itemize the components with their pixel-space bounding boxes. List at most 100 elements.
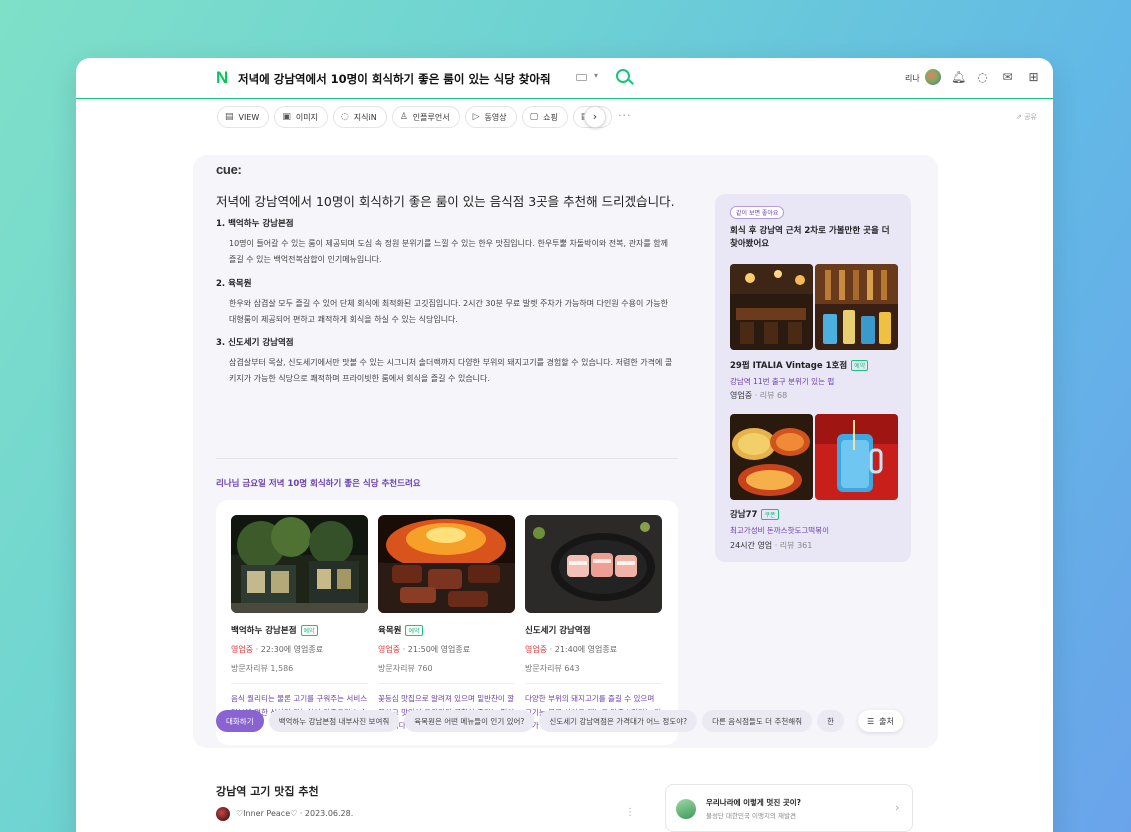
cue-logo: cue: — [216, 162, 242, 177]
place-photo[interactable] — [815, 414, 898, 500]
answer-item-title: 2. 육목원 — [216, 279, 252, 289]
tab-icon: ▢ — [529, 112, 539, 122]
place-name-text: 강남77 — [730, 510, 758, 520]
restaurant-hours: 영업중 · 22:30에 영업종료 — [231, 644, 368, 655]
followup-chip[interactable]: 다른 음식점들도 더 추천해줘 — [702, 710, 813, 732]
list-icon: ☰ — [867, 716, 875, 726]
restaurant-name[interactable]: 백억하누 강남본점 예약 — [231, 624, 368, 636]
search-header: N 저녁에 강남역에서 10명이 회식하기 좋은 룸이 있는 식당 찾아줘 ▾ … — [76, 58, 1053, 99]
place-name[interactable]: 강남77 쿠폰 — [730, 508, 779, 520]
tab-image[interactable]: ▣ 이미지 — [274, 106, 328, 128]
cue-answer-panel: cue: 저녁에 강남역에서 10명이 회식하기 좋은 룸이 있는 음식점 3곳… — [193, 155, 938, 748]
open-status: 영업중 — [231, 645, 254, 654]
mail-icon[interactable]: ✉ — [1001, 71, 1014, 84]
tab-label: 지식iN — [353, 112, 377, 122]
restaurant-hours: 영업중 · 21:50에 영업종료 — [378, 644, 515, 655]
tab-influencer[interactable]: ♙ 인플루언서 — [391, 106, 460, 128]
place-name-text: 29펍 ITALIA Vintage 1호점 — [730, 361, 848, 371]
app-grid-icon[interactable]: ⊞ — [1027, 71, 1040, 84]
place-desc: 최고가성비 돈까스핫도그떡볶이 — [730, 526, 829, 535]
blog-author[interactable]: ♡Inner Peace♡ · 2023.06.28. — [236, 809, 353, 818]
bell-icon[interactable]: 🔔︎ — [951, 71, 966, 84]
place-meta: 24시간 영업 · 리뷰 361 — [730, 540, 812, 551]
avatar[interactable] — [216, 807, 230, 821]
followup-chip[interactable]: 신도세기 강남역점은 가격대가 어느 정도야? — [539, 710, 698, 732]
open-status: 영업중 — [730, 391, 753, 400]
user-name[interactable]: 리나 — [905, 73, 920, 84]
open-status: 24시간 영업 — [730, 541, 773, 550]
close-time: · 22:30에 영업종료 — [253, 645, 324, 654]
answer-item: 2. 육목원 한우와 삼겹살 모두 즐길 수 있어 단체 회식에 최적화된 고깃… — [216, 277, 676, 327]
review-count: 방문자리뷰 760 — [378, 664, 433, 673]
tabs-next-button[interactable]: › — [584, 106, 606, 128]
restaurant-card[interactable]: 신도세기 강남역점 영업중 · 21:40에 영업종료 방문자리뷰 643 다양… — [525, 515, 662, 733]
answer-item: 3. 신도세기 강남역점 삼겹살부터 목살, 신도세기에서만 맛볼 수 있는 시… — [216, 336, 676, 386]
chat-button[interactable]: 대화하기 — [216, 710, 264, 732]
share-button[interactable]: ⇗ 공유 — [1016, 112, 1037, 122]
related-tag: 같이 보면 좋아요 — [730, 206, 785, 219]
restaurant-photo[interactable] — [525, 515, 662, 613]
close-time: · 21:40에 영업종료 — [547, 645, 618, 654]
answer-item-desc: 삼겹살부터 목살, 신도세기에서만 맛볼 수 있는 시그니처 솔더랙까지 다양한… — [229, 358, 673, 383]
answer-item-title: 3. 신도세기 강남역점 — [216, 338, 294, 348]
answer-item-desc: 한우와 삼겹살 모두 즐길 수 있어 단체 회식에 최적화된 고깃집입니다. 2… — [229, 299, 668, 324]
related-content-card[interactable]: 우리나라에 이렇게 멋진 곳이? 불성단 대한민국 이맹지의 재발견 › — [665, 784, 913, 832]
tab-kin[interactable]: ◌ 지식iN — [332, 106, 387, 128]
tab-label: 쇼핑 — [543, 112, 558, 122]
followup-chip[interactable]: 백억하누 강남본점 내부사진 보여줘 — [268, 710, 400, 732]
place-photo[interactable] — [730, 264, 813, 350]
tab-video[interactable]: ▷ 동영상 — [464, 106, 517, 128]
review-count: 방문자리뷰 643 — [525, 664, 580, 673]
answer-item: 1. 백억하누 강남본점 10명이 들어갈 수 있는 룸이 제공되며 도심 속 … — [216, 217, 676, 267]
followup-chips: 대화하기 백억하누 강남본점 내부사진 보여줘 육목원은 어떤 메뉴들이 인기 … — [216, 710, 916, 732]
mountain-icon — [676, 799, 696, 819]
review-count: 방문자리뷰 1,586 — [231, 664, 294, 673]
divider — [231, 683, 368, 684]
restaurant-hours: 영업중 · 21:40에 영업종료 — [525, 644, 662, 655]
restaurant-card[interactable]: 육목원 예약 영업중 · 21:50에 영업종료 방문자리뷰 760 꽃등심 맛집… — [378, 515, 515, 733]
restaurant-photo[interactable] — [378, 515, 515, 613]
tab-label: 이미지 — [295, 112, 318, 122]
search-query-input[interactable]: 저녁에 강남역에서 10명이 회식하기 좋은 룸이 있는 식당 찾아줘 — [238, 71, 551, 87]
close-time: · 21:50에 영업종료 — [400, 645, 471, 654]
tab-shopping[interactable]: ▢ 쇼핑 — [521, 106, 568, 128]
keyboard-icon[interactable] — [576, 74, 587, 81]
chat-icon[interactable]: ◌ — [976, 71, 989, 84]
restaurant-name[interactable]: 신도세기 강남역점 — [525, 624, 662, 636]
place-name[interactable]: 29펍 ITALIA Vintage 1호점 예약 — [730, 359, 869, 371]
search-icon[interactable] — [616, 69, 630, 83]
divider — [378, 683, 515, 684]
avatar[interactable] — [925, 69, 941, 85]
search-tabs: ▤VIEW ▣이미지 ◌지식iN ♙인플루언서 ▷동영상 ▢쇼핑 ▤뉴 — [217, 106, 612, 128]
related-title: 회식 후 강남역 근처 2차로 가볼만한 곳을 더 찾아봤어요 — [730, 226, 890, 249]
answer-title: 저녁에 강남역에서 10명이 회식하기 좋은 룸이 있는 음식점 3곳을 추천해… — [216, 194, 675, 209]
tab-icon: ▤ — [225, 112, 234, 122]
restaurant-name[interactable]: 육목원 예약 — [378, 624, 515, 636]
blog-result-title[interactable]: 강남역 고기 맛집 추천 — [216, 783, 319, 799]
tab-view[interactable]: ▤ VIEW — [217, 106, 270, 128]
restaurant-card[interactable]: 백억하누 강남본점 예약 영업중 · 22:30에 영업종료 방문자리뷰 1,58… — [231, 515, 368, 733]
review-count: · 리뷰 68 — [752, 391, 788, 400]
tab-label: VIEW — [238, 112, 260, 122]
place-desc: 강남역 11번 출구 분위기 있는 펍 — [730, 377, 835, 386]
naver-logo[interactable]: N — [216, 69, 231, 86]
more-options-icon[interactable]: ⋮ — [625, 807, 635, 818]
divider — [525, 683, 662, 684]
tab-label: 동영상 — [484, 112, 507, 122]
place-photo[interactable] — [815, 264, 898, 350]
sources-button[interactable]: ☰ 출처 — [858, 710, 903, 732]
divider — [216, 458, 678, 459]
reserve-badge: 예약 — [405, 624, 423, 636]
recommendation-title: 리나님 금요일 저녁 10명 회식하기 좋은 식당 추천드려요 — [216, 479, 421, 489]
answer-item-desc: 10명이 들어갈 수 있는 룸이 제공되며 도심 속 정원 분위기를 느낄 수 … — [229, 239, 668, 264]
review-count: · 리뷰 361 — [772, 541, 813, 550]
restaurant-photo[interactable] — [231, 515, 368, 613]
more-icon[interactable]: ··· — [618, 109, 632, 122]
restaurant-cards: 백억하누 강남본점 예약 영업중 · 22:30에 영업종료 방문자리뷰 1,58… — [216, 500, 678, 745]
place-photo[interactable] — [730, 414, 813, 500]
place-meta: 영업중 · 리뷰 68 — [730, 390, 787, 401]
chevron-down-icon[interactable]: ▾ — [594, 71, 598, 80]
related-content-subtitle: 불성단 대한민국 이맹지의 재발견 — [706, 812, 796, 820]
followup-chip[interactable]: 육목원은 어떤 메뉴들이 인기 있어? — [404, 710, 535, 732]
followup-chip[interactable]: 한 — [817, 710, 844, 732]
